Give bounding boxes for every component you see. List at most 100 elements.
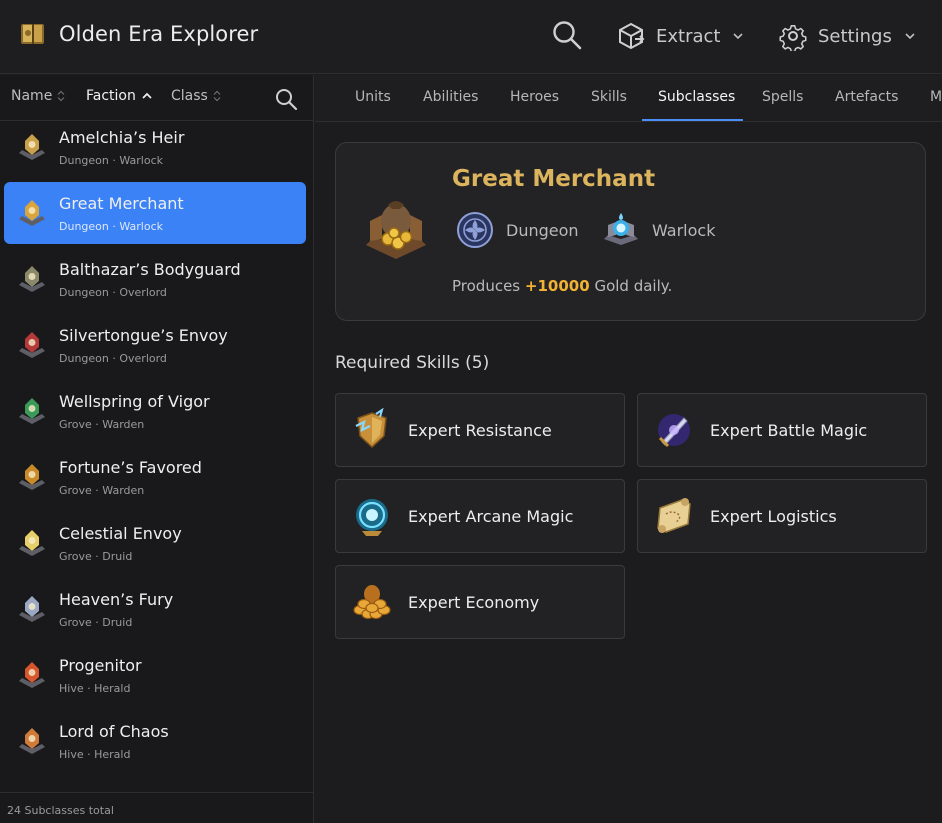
storm-cloud-icon <box>19 596 45 622</box>
required-skill-label: Expert Battle Magic <box>710 421 868 440</box>
app-title: Olden Era Explorer <box>59 22 259 46</box>
required-skill-label: Expert Economy <box>408 593 540 612</box>
desc-suffix: Gold daily. <box>594 277 673 295</box>
subclass-count: 24 Subclasses total <box>7 804 114 817</box>
scroll-map-icon <box>657 498 691 533</box>
chevron-up-icon <box>142 92 152 99</box>
subclass-name: Fortune’s Favored <box>59 458 202 477</box>
required-skill-card[interactable]: Expert Arcane Magic <box>335 479 625 553</box>
tab-m[interactable]: M <box>930 89 942 105</box>
required-skill-label: Expert Resistance <box>408 421 552 440</box>
gold-sack-icon <box>19 200 45 226</box>
warlock-emblem-icon <box>604 213 638 245</box>
sort-by-class[interactable]: Class <box>171 88 221 104</box>
faction-label: Dungeon <box>506 220 579 240</box>
search-icon[interactable] <box>274 87 298 111</box>
tab-units[interactable]: Units <box>355 89 391 105</box>
subclass-name: Great Merchant <box>59 194 184 213</box>
gear-icon <box>779 25 807 51</box>
subclass-list-item[interactable]: Heaven’s Fury Grove · Druid <box>4 578 306 640</box>
required-skill-card[interactable]: Expert Logistics <box>637 479 927 553</box>
shield-lightning-icon <box>355 408 387 449</box>
tab-subclasses[interactable]: Subclasses <box>658 89 735 105</box>
subclass-list-item[interactable]: Progenitor Hive · Herald <box>4 644 306 706</box>
settings-label: Settings <box>818 25 892 47</box>
required-skill-card[interactable]: Expert Battle Magic <box>637 393 927 467</box>
subclass-meta: Grove · Druid <box>59 550 133 563</box>
gold-coins-icon <box>353 585 391 620</box>
subclass-meta: Grove · Warden <box>59 418 145 431</box>
chaos-claw-icon <box>19 728 45 754</box>
extract-label: Extract <box>656 25 721 47</box>
subclass-list-item[interactable]: Amelchia’s Heir Dungeon · Warlock <box>4 116 306 178</box>
gold-sack-icon <box>366 201 426 259</box>
sidebar-footer: 24 Subclasses total <box>0 792 314 823</box>
dungeon-emblem-icon <box>457 212 493 248</box>
app-header: Olden Era Explorer Extract Settings <box>0 0 942 74</box>
subclass-list-item[interactable]: Great Merchant Dungeon · Warlock <box>4 182 306 244</box>
subclass-name: Lord of Chaos <box>59 722 169 741</box>
tab-heroes[interactable]: Heroes <box>510 89 559 105</box>
subclass-name: Silvertongue’s Envoy <box>59 326 228 345</box>
chevron-down-icon <box>905 33 915 40</box>
subclass-name: Wellspring of Vigor <box>59 392 210 411</box>
required-skill-card[interactable]: Expert Resistance <box>335 393 625 467</box>
sort-by-name[interactable]: Name <box>11 88 65 104</box>
required-skills-heading: Required Skills (5) <box>335 353 490 373</box>
required-skill-card[interactable]: Expert Economy <box>335 565 625 639</box>
subclass-meta: Grove · Warden <box>59 484 145 497</box>
subclass-meta: Dungeon · Warlock <box>59 154 163 167</box>
subclass-sidebar: Name Faction Class Amelchia’s Heir Dungeo… <box>0 75 314 823</box>
magic-sword-icon <box>658 414 690 448</box>
tab-bar: Units Abilities Heroes Skills Subclasses Spel… <box>315 75 942 122</box>
sort-faction-label: Faction <box>86 88 136 104</box>
subclass-list-item[interactable]: Balthazar’s Bodyguard Dungeon · Overlord <box>4 248 306 310</box>
star-burst-icon <box>19 530 45 556</box>
settings-button[interactable]: Settings <box>778 18 916 54</box>
sort-class-label: Class <box>171 88 208 104</box>
subclass-title: Great Merchant <box>452 166 656 192</box>
arcane-orb-icon <box>356 499 388 536</box>
subclass-detail-card: Great Merchant Dungeon Warlock Produces … <box>335 142 926 321</box>
desc-value: +10000 <box>524 277 590 295</box>
sort-icon <box>57 90 65 102</box>
subclass-name: Heaven’s Fury <box>59 590 174 609</box>
golden-lamp-icon <box>19 464 45 490</box>
subclass-list-item[interactable]: Celestial Envoy Grove · Druid <box>4 512 306 574</box>
staff-emblem-icon <box>19 134 45 160</box>
subclass-list-item[interactable]: Wellspring of Vigor Grove · Warden <box>4 380 306 442</box>
faction-tag[interactable]: Dungeon <box>454 209 579 251</box>
subclass-name: Progenitor <box>59 656 142 675</box>
red-mask-icon <box>19 332 45 358</box>
sort-icon <box>213 90 221 102</box>
required-skill-label: Expert Arcane Magic <box>408 507 574 526</box>
sort-by-faction[interactable]: Faction <box>86 88 153 104</box>
sort-bar: Name Faction Class <box>0 75 314 121</box>
subclass-list-item[interactable]: Lord of Chaos Hive · Herald <box>4 710 306 772</box>
flame-wing-icon <box>19 662 45 688</box>
chevron-down-icon <box>733 33 744 40</box>
subclass-list-item[interactable]: Fortune’s Favored Grove · Warden <box>4 446 306 508</box>
subclass-list-item[interactable]: Silvertongue’s Envoy Dungeon · Overlord <box>4 314 306 376</box>
subclass-name: Amelchia’s Heir <box>59 128 185 147</box>
horned-helm-icon <box>19 266 45 292</box>
subclass-meta: Dungeon · Warlock <box>59 220 163 233</box>
subclass-name: Balthazar’s Bodyguard <box>59 260 241 279</box>
search-icon[interactable] <box>551 19 583 51</box>
active-tab-indicator <box>642 119 743 121</box>
required-skill-label: Expert Logistics <box>710 507 837 526</box>
class-tag[interactable]: Warlock <box>600 209 715 251</box>
tab-abilities[interactable]: Abilities <box>423 89 478 105</box>
subclass-name: Celestial Envoy <box>59 524 182 543</box>
book-icon <box>21 24 44 44</box>
subclass-description: Produces +10000 Gold daily. <box>452 277 672 295</box>
tab-spells[interactable]: Spells <box>762 89 803 105</box>
extract-button[interactable]: Extract <box>616 18 744 54</box>
green-orb-icon <box>19 398 45 424</box>
desc-prefix: Produces <box>452 277 521 295</box>
class-label: Warlock <box>652 220 716 240</box>
tab-artefacts[interactable]: Artefacts <box>835 89 898 105</box>
tab-skills[interactable]: Skills <box>591 89 627 105</box>
subclass-meta: Hive · Herald <box>59 682 131 695</box>
subclass-meta: Dungeon · Overlord <box>59 352 167 365</box>
